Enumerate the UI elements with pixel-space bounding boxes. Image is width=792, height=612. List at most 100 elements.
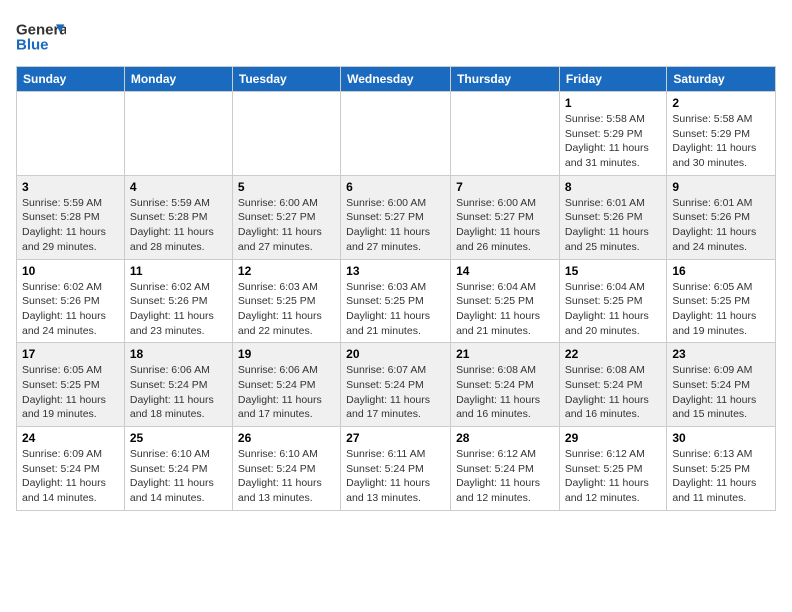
day-number: 19	[238, 347, 335, 361]
calendar-day: 12 Sunrise: 6:03 AM Sunset: 5:25 PM Dayli…	[232, 259, 340, 343]
day-info: Sunrise: 6:01 AM Sunset: 5:26 PM Dayligh…	[672, 196, 770, 255]
calendar-day	[124, 92, 232, 176]
calendar-day	[232, 92, 340, 176]
calendar-day: 3 Sunrise: 5:59 AM Sunset: 5:28 PM Daylig…	[17, 175, 125, 259]
day-number: 4	[130, 180, 227, 194]
calendar-day: 9 Sunrise: 6:01 AM Sunset: 5:26 PM Daylig…	[667, 175, 776, 259]
page-header: General Blue	[16, 16, 776, 56]
calendar-day: 13 Sunrise: 6:03 AM Sunset: 5:25 PM Dayli…	[341, 259, 451, 343]
day-number: 22	[565, 347, 661, 361]
calendar-day: 11 Sunrise: 6:02 AM Sunset: 5:26 PM Dayli…	[124, 259, 232, 343]
day-number: 9	[672, 180, 770, 194]
day-info: Sunrise: 6:05 AM Sunset: 5:25 PM Dayligh…	[22, 363, 119, 422]
day-number: 8	[565, 180, 661, 194]
day-info: Sunrise: 6:08 AM Sunset: 5:24 PM Dayligh…	[565, 363, 661, 422]
day-number: 25	[130, 431, 227, 445]
day-info: Sunrise: 6:02 AM Sunset: 5:26 PM Dayligh…	[130, 280, 227, 339]
day-header-wednesday: Wednesday	[341, 67, 451, 92]
day-info: Sunrise: 6:13 AM Sunset: 5:25 PM Dayligh…	[672, 447, 770, 506]
day-info: Sunrise: 6:03 AM Sunset: 5:25 PM Dayligh…	[346, 280, 445, 339]
calendar-day: 21 Sunrise: 6:08 AM Sunset: 5:24 PM Dayli…	[451, 343, 560, 427]
calendar-day: 27 Sunrise: 6:11 AM Sunset: 5:24 PM Dayli…	[341, 427, 451, 511]
logo-icon: General Blue	[16, 16, 66, 56]
day-number: 23	[672, 347, 770, 361]
calendar-day: 28 Sunrise: 6:12 AM Sunset: 5:24 PM Dayli…	[451, 427, 560, 511]
day-info: Sunrise: 6:11 AM Sunset: 5:24 PM Dayligh…	[346, 447, 445, 506]
day-number: 14	[456, 264, 554, 278]
day-info: Sunrise: 6:04 AM Sunset: 5:25 PM Dayligh…	[565, 280, 661, 339]
calendar-day: 19 Sunrise: 6:06 AM Sunset: 5:24 PM Dayli…	[232, 343, 340, 427]
day-number: 17	[22, 347, 119, 361]
day-number: 7	[456, 180, 554, 194]
calendar-day: 29 Sunrise: 6:12 AM Sunset: 5:25 PM Dayli…	[559, 427, 666, 511]
day-info: Sunrise: 6:09 AM Sunset: 5:24 PM Dayligh…	[672, 363, 770, 422]
day-info: Sunrise: 6:12 AM Sunset: 5:24 PM Dayligh…	[456, 447, 554, 506]
day-number: 5	[238, 180, 335, 194]
calendar-week-1: 1Sunrise: 5:58 AM Sunset: 5:29 PM Daylig…	[17, 92, 776, 176]
day-info: Sunrise: 5:59 AM Sunset: 5:28 PM Dayligh…	[130, 196, 227, 255]
calendar-day: 26 Sunrise: 6:10 AM Sunset: 5:24 PM Dayli…	[232, 427, 340, 511]
day-number: 20	[346, 347, 445, 361]
calendar-week-2: 3 Sunrise: 5:59 AM Sunset: 5:28 PM Daylig…	[17, 175, 776, 259]
day-number: 3	[22, 180, 119, 194]
day-header-sunday: Sunday	[17, 67, 125, 92]
calendar-week-4: 17 Sunrise: 6:05 AM Sunset: 5:25 PM Dayli…	[17, 343, 776, 427]
day-info: Sunrise: 6:06 AM Sunset: 5:24 PM Dayligh…	[238, 363, 335, 422]
calendar-day: 20 Sunrise: 6:07 AM Sunset: 5:24 PM Dayli…	[341, 343, 451, 427]
day-info: Sunrise: 6:07 AM Sunset: 5:24 PM Dayligh…	[346, 363, 445, 422]
day-header-thursday: Thursday	[451, 67, 560, 92]
day-info: Sunrise: 6:08 AM Sunset: 5:24 PM Dayligh…	[456, 363, 554, 422]
day-info: Sunrise: 6:01 AM Sunset: 5:26 PM Dayligh…	[565, 196, 661, 255]
day-number: 12	[238, 264, 335, 278]
day-number: 29	[565, 431, 661, 445]
day-info: Sunrise: 6:00 AM Sunset: 5:27 PM Dayligh…	[346, 196, 445, 255]
calendar-day	[17, 92, 125, 176]
day-number: 6	[346, 180, 445, 194]
calendar-day	[451, 92, 560, 176]
calendar-day: 14 Sunrise: 6:04 AM Sunset: 5:25 PM Dayli…	[451, 259, 560, 343]
day-info: Sunrise: 5:58 AM Sunset: 5:29 PM Dayligh…	[672, 112, 770, 171]
day-number: 11	[130, 264, 227, 278]
day-number: 2	[672, 96, 770, 110]
day-number: 21	[456, 347, 554, 361]
day-number: 26	[238, 431, 335, 445]
day-header-monday: Monday	[124, 67, 232, 92]
day-number: 30	[672, 431, 770, 445]
calendar-day: 10Sunrise: 6:02 AM Sunset: 5:26 PM Dayli…	[17, 259, 125, 343]
calendar-day: 7Sunrise: 6:00 AM Sunset: 5:27 PM Daylig…	[451, 175, 560, 259]
day-number: 15	[565, 264, 661, 278]
day-info: Sunrise: 6:12 AM Sunset: 5:25 PM Dayligh…	[565, 447, 661, 506]
calendar-day: 18Sunrise: 6:06 AM Sunset: 5:24 PM Dayli…	[124, 343, 232, 427]
logo: General Blue	[16, 16, 66, 56]
day-info: Sunrise: 5:59 AM Sunset: 5:28 PM Dayligh…	[22, 196, 119, 255]
calendar-day: 22 Sunrise: 6:08 AM Sunset: 5:24 PM Dayli…	[559, 343, 666, 427]
day-info: Sunrise: 6:04 AM Sunset: 5:25 PM Dayligh…	[456, 280, 554, 339]
day-number: 24	[22, 431, 119, 445]
day-number: 16	[672, 264, 770, 278]
day-number: 18	[130, 347, 227, 361]
day-number: 13	[346, 264, 445, 278]
calendar-header-row: SundayMondayTuesdayWednesdayThursdayFrid…	[17, 67, 776, 92]
calendar-day: 30 Sunrise: 6:13 AM Sunset: 5:25 PM Dayli…	[667, 427, 776, 511]
calendar-day: 4 Sunrise: 5:59 AM Sunset: 5:28 PM Daylig…	[124, 175, 232, 259]
day-header-saturday: Saturday	[667, 67, 776, 92]
day-number: 27	[346, 431, 445, 445]
day-info: Sunrise: 6:03 AM Sunset: 5:25 PM Dayligh…	[238, 280, 335, 339]
calendar-day: 25 Sunrise: 6:10 AM Sunset: 5:24 PM Dayli…	[124, 427, 232, 511]
svg-text:Blue: Blue	[16, 36, 49, 53]
calendar-day: 5 Sunrise: 6:00 AM Sunset: 5:27 PM Daylig…	[232, 175, 340, 259]
day-info: Sunrise: 6:10 AM Sunset: 5:24 PM Dayligh…	[238, 447, 335, 506]
day-info: Sunrise: 6:10 AM Sunset: 5:24 PM Dayligh…	[130, 447, 227, 506]
calendar-day: 1Sunrise: 5:58 AM Sunset: 5:29 PM Daylig…	[559, 92, 666, 176]
calendar-week-3: 10 Sunrise: 6:02 AM Sunset: 5:26 PM Dayli…	[17, 259, 776, 343]
calendar-day: 15 Sunrise: 6:04 AM Sunset: 5:25 PM Dayli…	[559, 259, 666, 343]
calendar-day: 23 Sunrise: 6:09 AM Sunset: 5:24 PM Dayli…	[667, 343, 776, 427]
day-number: 10	[22, 264, 119, 278]
day-number: 28	[456, 431, 554, 445]
day-info: Sunrise: 6:05 AM Sunset: 5:25 PM Dayligh…	[672, 280, 770, 339]
day-info: Sunrise: 5:58 AM Sunset: 5:29 PM Dayligh…	[565, 112, 661, 171]
day-info: Sunrise: 6:00 AM Sunset: 5:27 PM Dayligh…	[238, 196, 335, 255]
calendar-table: SundayMondayTuesdayWednesdayThursdayFrid…	[16, 66, 776, 511]
day-header-friday: Friday	[559, 67, 666, 92]
calendar-day: 24Sunrise: 6:09 AM Sunset: 5:24 PM Dayli…	[17, 427, 125, 511]
